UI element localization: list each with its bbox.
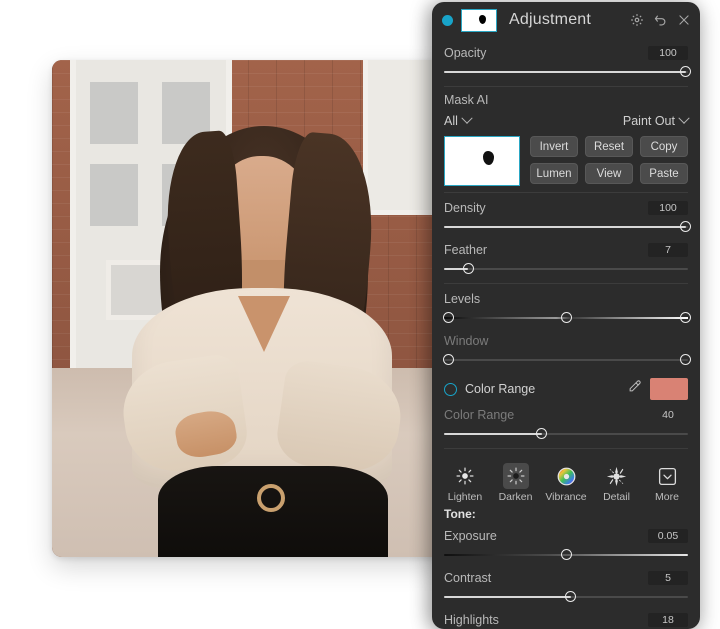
highlights-label: Highlights [444, 613, 499, 627]
color-range-slider-label: Color Range [444, 408, 515, 422]
color-range-slider[interactable] [444, 426, 688, 442]
lumen-button[interactable]: Lumen [530, 163, 578, 184]
mask-action-buttons: Invert Reset Copy Lumen View Paste [530, 136, 688, 186]
tool-darken[interactable]: Darken [493, 463, 539, 503]
gear-icon[interactable] [630, 13, 644, 27]
color-range-swatch[interactable] [650, 378, 688, 400]
window-slider[interactable] [443, 352, 692, 368]
density-value[interactable]: 100 [648, 201, 688, 215]
belt-ring [257, 484, 285, 512]
opacity-slider[interactable] [444, 64, 692, 80]
tool-lighten-label: Lighten [447, 491, 483, 503]
tool-vibrance[interactable]: Vibrance [543, 463, 589, 503]
chevron-down-box-icon [654, 463, 680, 489]
color-range-toggle-row[interactable]: Color Range [444, 378, 688, 400]
tool-strip: Lighten Darken Vibrance Detail More [432, 455, 700, 505]
exposure-label: Exposure [444, 529, 497, 543]
mask-ai-title: Mask AI [444, 93, 489, 107]
reset-button[interactable]: Reset [585, 136, 633, 157]
eyedropper-icon[interactable] [627, 379, 642, 399]
density-label: Density [444, 201, 486, 215]
color-range-toggle-icon[interactable] [444, 382, 457, 396]
tool-vibrance-label: Vibrance [545, 491, 587, 503]
divider [444, 448, 688, 449]
portrait-photo [52, 60, 452, 557]
sun-outline-icon [452, 463, 478, 489]
app-root: Adjustment Opacity 100 Mask AI All Paint… [0, 0, 720, 629]
tool-darken-label: Darken [498, 491, 533, 503]
levels-label: Levels [444, 292, 481, 306]
tool-detail[interactable]: Detail [594, 463, 640, 503]
mask-mode-dropdown[interactable]: Paint Out [622, 112, 690, 128]
mask-mode-value: Paint Out [622, 114, 675, 128]
color-wheel-icon [553, 463, 579, 489]
density-section: Density 100 Feather 7 [432, 199, 700, 277]
copy-button[interactable]: Copy [640, 136, 688, 157]
mask-target-dropdown[interactable]: All [444, 112, 473, 128]
layer-enabled-dot[interactable] [442, 14, 453, 26]
divider [444, 283, 688, 284]
undo-icon[interactable] [653, 13, 668, 28]
levels-section: Levels Window Color Range Color Range 40 [432, 290, 700, 442]
mask-preview-thumbnail[interactable] [444, 136, 520, 186]
tool-more-label: More [655, 491, 679, 503]
window-label: Window [444, 334, 489, 348]
divider [444, 86, 688, 87]
tool-detail-label: Detail [603, 491, 630, 503]
tone-section: Exposure 0.05 Contrast 5 Highlights 18 [432, 527, 700, 629]
tool-more[interactable]: More [644, 463, 690, 503]
invert-button[interactable]: Invert [530, 136, 578, 157]
opacity-label: Opacity [444, 46, 487, 60]
color-range-slider-value[interactable]: 40 [648, 408, 688, 422]
feather-label: Feather [444, 243, 488, 257]
contrast-value[interactable]: 5 [648, 571, 688, 585]
tone-heading: Tone: [444, 507, 476, 521]
contrast-label: Contrast [444, 571, 492, 585]
opacity-value[interactable]: 100 [648, 46, 688, 60]
panel-header: Adjustment [432, 2, 700, 38]
levels-slider[interactable] [443, 310, 692, 326]
sparkle-icon [604, 463, 630, 489]
highlights-value[interactable]: 18 [648, 613, 688, 627]
tool-lighten[interactable]: Lighten [442, 463, 488, 503]
close-icon[interactable] [677, 13, 691, 27]
panel-title: Adjustment [509, 11, 592, 28]
feather-value[interactable]: 7 [648, 243, 688, 257]
mask-ai-section: Mask AI All Paint Out Invert Reset Copy … [432, 93, 700, 186]
feather-slider[interactable] [444, 261, 688, 277]
chevron-down-icon [678, 112, 690, 124]
density-slider[interactable] [444, 219, 692, 235]
photo-canvas[interactable] [52, 60, 452, 557]
contrast-slider[interactable] [444, 589, 688, 605]
chevron-down-icon [461, 112, 473, 124]
photo-subject [52, 60, 452, 557]
exposure-slider[interactable] [444, 547, 688, 563]
color-range-toggle-label: Color Range [465, 382, 536, 396]
panel-header-icons [630, 13, 691, 28]
mask-target-value: All [444, 114, 458, 128]
divider [444, 192, 688, 193]
adjustment-panel: Adjustment Opacity 100 Mask AI All Paint… [432, 2, 700, 629]
view-button[interactable]: View [585, 163, 633, 184]
layer-mask-thumbnail[interactable] [461, 8, 497, 32]
opacity-section: Opacity 100 [432, 44, 700, 80]
sun-filled-icon [502, 463, 529, 489]
paste-button[interactable]: Paste [640, 163, 688, 184]
exposure-value[interactable]: 0.05 [648, 529, 688, 543]
